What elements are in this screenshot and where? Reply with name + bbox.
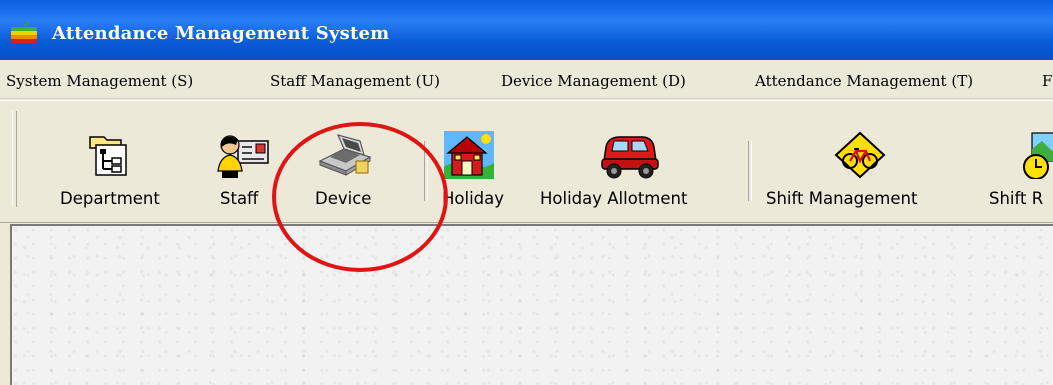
highlight-circle-annotation [272, 122, 448, 272]
department-label: Department [60, 189, 160, 208]
menu-device-management[interactable]: Device Management (D) [501, 72, 686, 90]
holiday-label: Holiday [442, 189, 505, 208]
toolbar: Department Staff Device Holiday Holiday … [0, 100, 1053, 219]
shift-r-label: Shift R [989, 189, 1044, 208]
shift-management-icon [834, 131, 886, 179]
menu-system-management[interactable]: System Management (S) [6, 72, 193, 90]
menu-staff-management[interactable]: Staff Management (U) [270, 72, 440, 90]
shift-management-label: Shift Management [766, 189, 918, 208]
window-title: Attendance Management System [52, 23, 390, 44]
department-button[interactable]: Department [52, 101, 202, 219]
toolbar-separator [748, 141, 752, 201]
apple-logo-icon [11, 22, 37, 43]
holiday-allotment-icon [601, 136, 659, 179]
holiday-allotment-button[interactable]: Holiday Allotment [532, 101, 730, 219]
department-icon [89, 136, 127, 176]
toolbar-bottom-border [0, 218, 1053, 223]
menu-attendance-management[interactable]: Attendance Management (T) [755, 72, 973, 90]
staff-label: Staff [220, 189, 259, 208]
window-left-edge [0, 224, 10, 383]
shift-r-button[interactable]: Shift R [978, 101, 1053, 219]
shift-r-icon [1023, 132, 1053, 179]
mdi-workspace[interactable] [10, 224, 1053, 385]
title-bar[interactable]: Attendance Management System [0, 0, 1053, 60]
holiday-icon [444, 131, 494, 179]
toolbar-grip[interactable] [12, 111, 17, 207]
staff-icon [217, 135, 269, 178]
holiday-allotment-label: Holiday Allotment [540, 189, 688, 208]
menu-report-truncated[interactable]: F [1042, 72, 1052, 90]
shift-management-button[interactable]: Shift Management [758, 101, 978, 219]
menu-bar: System Management (S) Staff Management (… [0, 60, 1053, 99]
